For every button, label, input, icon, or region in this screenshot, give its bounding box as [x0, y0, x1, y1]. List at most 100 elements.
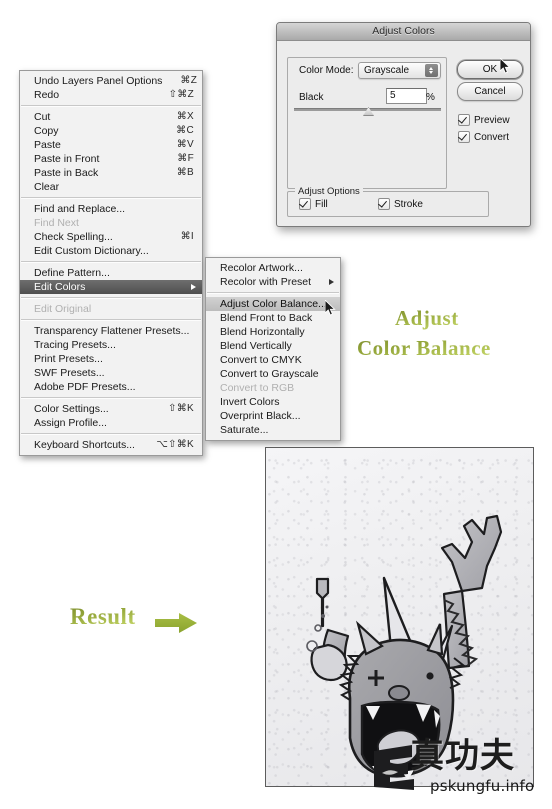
edit-menu-item-tracing-presets[interactable]: Tracing Presets...	[20, 338, 202, 352]
chevron-right-icon	[329, 279, 334, 285]
color-mode-dropdown[interactable]: Grayscale	[358, 62, 441, 79]
menu-item-label: Undo Layers Panel Options	[34, 75, 163, 87]
mouse-cursor-submenu	[325, 300, 336, 316]
menu-item-shortcut: ⌘V	[176, 139, 194, 150]
preview-label: Preview	[474, 114, 510, 126]
color-mode-label: Color Mode:	[299, 65, 354, 76]
menu-item-label: Color Settings...	[34, 403, 109, 415]
edit-colors-item-blend-horizontally[interactable]: Blend Horizontally	[206, 325, 340, 339]
menu-item-label: Copy	[34, 125, 59, 137]
stroke-checkbox[interactable]	[378, 198, 390, 210]
menu-item-label: Transparency Flattener Presets...	[34, 325, 190, 337]
edit-colors-item-convert-to-grayscale[interactable]: Convert to Grayscale	[206, 367, 340, 381]
edit-colors-item-invert-colors[interactable]: Invert Colors	[206, 395, 340, 409]
menu-item-label: Define Pattern...	[34, 267, 110, 279]
edit-menu-item-paste-in-front[interactable]: Paste in Front ⌘F	[20, 152, 202, 166]
edit-colors-item-recolor-artwork[interactable]: Recolor Artwork...	[206, 261, 340, 275]
menu-item-label: Edit Custom Dictionary...	[34, 245, 149, 257]
edit-colors-submenu[interactable]: Recolor Artwork... Recolor with Preset Adj…	[205, 257, 341, 441]
menu-separator	[21, 105, 201, 107]
menu-item-label: Find and Replace...	[34, 203, 126, 215]
black-value: 5	[390, 90, 396, 101]
preview-checkbox-row[interactable]: Preview	[458, 114, 510, 126]
dialog-titlebar[interactable]: Adjust Colors	[277, 23, 530, 41]
stroke-checkbox-row[interactable]: Stroke	[378, 198, 423, 210]
edit-colors-item-convert-to-rgb: Convert to RGB	[206, 381, 340, 395]
menu-item-label: Blend Front to Back	[220, 312, 313, 324]
adjust-colors-dialog[interactable]: Adjust Colors Color Mode: Grayscale Blac…	[276, 22, 531, 227]
edit-menu-item-paste-in-back[interactable]: Paste in Back ⌘B	[20, 166, 202, 180]
edit-menu-item-keyboard-shortcuts[interactable]: Keyboard Shortcuts... ⌥⇧⌘K	[20, 438, 202, 452]
menu-item-label: Blend Horizontally	[220, 326, 305, 338]
edit-menu-item-assign-profile[interactable]: Assign Profile...	[20, 416, 202, 430]
convert-checkbox[interactable]	[458, 131, 470, 143]
menu-item-label: Assign Profile...	[34, 417, 107, 429]
menu-item-label: Find Next	[34, 217, 79, 229]
stroke-label: Stroke	[394, 198, 423, 210]
menu-separator	[21, 433, 201, 435]
edit-menu-item-clear[interactable]: Clear	[20, 180, 202, 194]
edit-menu-item-swf-presets[interactable]: SWF Presets...	[20, 366, 202, 380]
black-label: Black	[299, 92, 324, 103]
cancel-label: Cancel	[474, 86, 506, 97]
edit-menu-item-cut[interactable]: Cut ⌘X	[20, 110, 202, 124]
edit-menu-item-redo[interactable]: Redo ⇧⌘Z	[20, 88, 202, 102]
menu-item-label: Paste	[34, 139, 61, 151]
menu-item-shortcut: ⇧⌘Z	[168, 89, 194, 100]
edit-menu[interactable]: Undo Layers Panel Options ⌘Z Redo ⇧⌘Z Cut ⌘X C…	[19, 70, 203, 456]
edit-menu-item-edit-custom-dictionary[interactable]: Edit Custom Dictionary...	[20, 244, 202, 258]
edit-menu-item-transparency-flattener-presets[interactable]: Transparency Flattener Presets...	[20, 324, 202, 338]
percent-label: %	[426, 92, 435, 103]
adjust-options-label: Adjust Options	[295, 186, 363, 197]
menu-item-shortcut: ⌘X	[176, 111, 194, 122]
edit-colors-item-blend-vertically[interactable]: Blend Vertically	[206, 339, 340, 353]
edit-colors-item-overprint-black[interactable]: Overprint Black...	[206, 409, 340, 423]
fill-label: Fill	[315, 198, 328, 210]
menu-item-shortcut: ⌘B	[176, 167, 194, 178]
fill-checkbox-row[interactable]: Fill	[299, 198, 328, 210]
color-mode-value: Grayscale	[364, 65, 410, 76]
menu-item-shortcut: ⌘I	[180, 231, 194, 242]
edit-colors-item-convert-to-cmyk[interactable]: Convert to CMYK	[206, 353, 340, 367]
menu-item-label: Recolor Artwork...	[220, 262, 303, 274]
black-value-input[interactable]: 5	[386, 88, 427, 104]
edit-menu-item-copy[interactable]: Copy ⌘C	[20, 124, 202, 138]
chevron-updown-icon	[425, 64, 438, 77]
convert-checkbox-row[interactable]: Convert	[458, 131, 509, 143]
edit-menu-item-print-presets[interactable]: Print Presets...	[20, 352, 202, 366]
edit-colors-item-recolor-with-preset[interactable]: Recolor with Preset	[206, 275, 340, 289]
menu-item-label: Cut	[34, 111, 51, 123]
edit-menu-item-paste[interactable]: Paste ⌘V	[20, 138, 202, 152]
menu-item-label: Paste in Front	[34, 153, 100, 165]
menu-item-label: Tracing Presets...	[34, 339, 116, 351]
edit-menu-item-undo-layers-panel-options[interactable]: Undo Layers Panel Options ⌘Z	[20, 74, 202, 88]
menu-item-label: Recolor with Preset	[220, 276, 312, 288]
menu-item-label: Check Spelling...	[34, 231, 113, 243]
edit-menu-item-color-settings[interactable]: Color Settings... ⇧⌘K	[20, 402, 202, 416]
menu-separator	[207, 292, 339, 294]
watermark-site-text: pskungfu.info	[430, 777, 535, 795]
menu-separator	[21, 297, 201, 299]
annotation-color-balance: Color Balance	[357, 336, 491, 360]
ok-button[interactable]: OK	[457, 60, 523, 79]
menu-item-label: Invert Colors	[220, 396, 280, 408]
edit-colors-item-adjust-color-balance[interactable]: Adjust Color Balance...	[206, 297, 340, 311]
menu-item-label: Adobe PDF Presets...	[34, 381, 136, 393]
fill-checkbox[interactable]	[299, 198, 311, 210]
edit-menu-item-check-spelling[interactable]: Check Spelling... ⌘I	[20, 230, 202, 244]
edit-colors-item-saturate[interactable]: Saturate...	[206, 423, 340, 437]
edit-menu-item-define-pattern[interactable]: Define Pattern...	[20, 266, 202, 280]
edit-menu-item-find-and-replace[interactable]: Find and Replace...	[20, 202, 202, 216]
edit-menu-item-edit-colors[interactable]: Edit Colors	[20, 280, 202, 294]
menu-item-shortcut: ⌘Z	[180, 75, 198, 86]
menu-item-label: SWF Presets...	[34, 367, 105, 379]
menu-item-label: Convert to CMYK	[220, 354, 302, 366]
arrow-right-icon	[155, 613, 197, 633]
menu-item-label: Clear	[34, 181, 60, 193]
preview-checkbox[interactable]	[458, 114, 470, 126]
edit-colors-item-blend-front-to-back[interactable]: Blend Front to Back	[206, 311, 340, 325]
cancel-button[interactable]: Cancel	[457, 82, 523, 101]
edit-menu-item-adobe-pdf-presets[interactable]: Adobe PDF Presets...	[20, 380, 202, 394]
annotation-adjust: Adjust	[395, 306, 459, 330]
menu-item-label: Saturate...	[220, 424, 269, 436]
